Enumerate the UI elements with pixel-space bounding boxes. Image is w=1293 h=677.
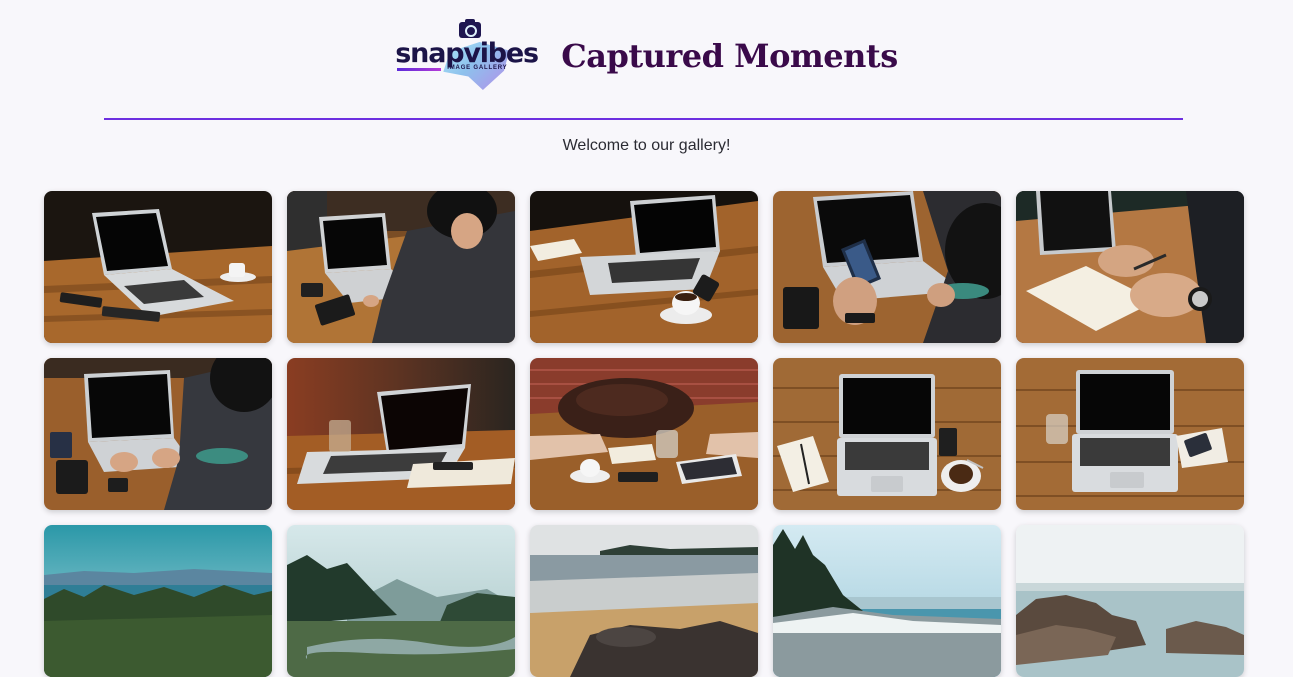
photo-forest-mountain bbox=[44, 525, 272, 677]
gallery-image-rocky-shore[interactable] bbox=[1016, 525, 1244, 677]
gallery-image-bag-tablet[interactable] bbox=[530, 358, 758, 510]
photo-laptop-glass-phone bbox=[1016, 358, 1244, 510]
image-gallery bbox=[44, 191, 1244, 677]
gallery-image-person-typing-phones[interactable] bbox=[44, 358, 272, 510]
photo-hands-writing bbox=[1016, 191, 1244, 343]
gallery-image-laptop-top-view[interactable] bbox=[773, 358, 1001, 510]
photo-coastline-trees bbox=[773, 525, 1001, 677]
gallery-image-hands-writing[interactable] bbox=[1016, 191, 1244, 343]
gallery-image-beach-rocks[interactable] bbox=[530, 525, 758, 677]
site-header: snapvibes IMAGE GALLERY Captured Moments bbox=[0, 16, 1293, 96]
photo-person-phone-laptop bbox=[773, 191, 1001, 343]
welcome-text: Welcome to our gallery! bbox=[562, 137, 731, 154]
logo-underline bbox=[397, 68, 442, 71]
gallery-image-laptop-coffee[interactable] bbox=[44, 191, 272, 343]
gallery-image-laptop-notebook-coffee[interactable] bbox=[530, 191, 758, 343]
snapvibes-logo[interactable]: snapvibes IMAGE GALLERY bbox=[395, 19, 539, 92]
page-title: Captured Moments bbox=[561, 37, 898, 75]
photo-person-typing-phones bbox=[44, 358, 272, 510]
logo-tagline: IMAGE GALLERY bbox=[447, 65, 508, 71]
gallery-image-person-typing[interactable] bbox=[287, 191, 515, 343]
photo-misty-forest bbox=[287, 525, 515, 677]
gallery-image-coastline-trees[interactable] bbox=[773, 525, 1001, 677]
photo-laptop-top-view bbox=[773, 358, 1001, 510]
photo-laptop-water-glass bbox=[287, 358, 515, 510]
photo-beach-rocks bbox=[530, 525, 758, 677]
photo-rocky-shore bbox=[1016, 525, 1244, 677]
header-divider bbox=[104, 118, 1183, 120]
gallery-image-misty-forest[interactable] bbox=[287, 525, 515, 677]
gallery-image-forest-mountain[interactable] bbox=[44, 525, 272, 677]
photo-laptop-notebook-coffee bbox=[530, 191, 758, 343]
gallery-image-laptop-glass-phone[interactable] bbox=[1016, 358, 1244, 510]
gallery-image-laptop-water-glass[interactable] bbox=[287, 358, 515, 510]
camera-icon bbox=[459, 19, 482, 38]
photo-bag-tablet bbox=[530, 358, 758, 510]
gallery-image-person-phone-laptop[interactable] bbox=[773, 191, 1001, 343]
photo-laptop-coffee bbox=[44, 191, 272, 343]
photo-person-typing bbox=[287, 191, 515, 343]
